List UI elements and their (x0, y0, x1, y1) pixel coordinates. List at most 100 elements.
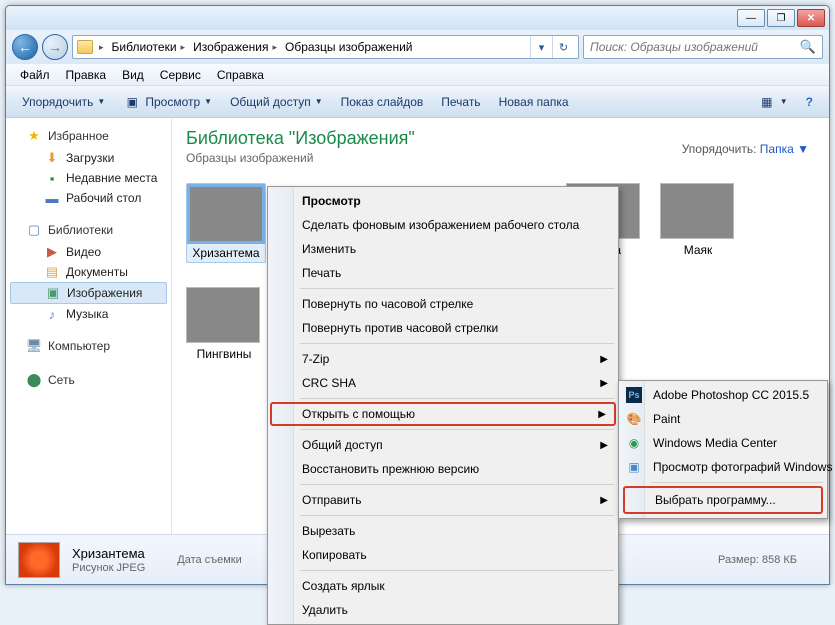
address-dropdown[interactable]: ▾ (530, 36, 552, 58)
downloads-icon: ⬇ (44, 150, 60, 166)
music-icon: ♪ (44, 306, 60, 322)
pictures-icon: ▣ (45, 285, 61, 301)
ctx-7zip[interactable]: 7-Zip▶ (270, 347, 616, 371)
ctx-shortcut[interactable]: Создать ярлык (270, 574, 616, 598)
thumbnail-image (186, 287, 260, 343)
thumbnail-label: Хризантема (189, 246, 263, 260)
breadcrumb-item[interactable]: ▸ (93, 36, 108, 58)
titlebar: — ❐ ✕ (6, 6, 829, 30)
address-bar[interactable]: ▸ Библиотеки▸ Изображения▸ Образцы изобр… (72, 35, 579, 59)
ctx-set-background[interactable]: Сделать фоновым изображением рабочего ст… (270, 213, 616, 237)
recent-icon: ▪ (44, 170, 60, 186)
sidebar-item-desktop[interactable]: ▬Рабочий стол (6, 188, 171, 208)
submenu-paint[interactable]: 🎨Paint (621, 407, 825, 431)
ctx-rotate-cw[interactable]: Повернуть по часовой стрелке (270, 292, 616, 316)
folder-icon (77, 40, 93, 54)
ctx-print[interactable]: Печать (270, 261, 616, 285)
sidebar-network[interactable]: ⬤Сеть (6, 370, 171, 392)
context-menu: Просмотр Сделать фоновым изображением ра… (267, 186, 619, 625)
details-date-label: Дата съемки (177, 554, 241, 566)
sidebar-computer[interactable]: 🖥Компьютер (6, 336, 171, 358)
open-with-submenu: PsAdobe Photoshop CC 2015.5 🎨Paint ◉Wind… (618, 380, 828, 519)
sidebar-item-recent[interactable]: ▪Недавние места (6, 168, 171, 188)
document-icon: ▤ (44, 264, 60, 280)
network-icon: ⬤ (26, 372, 42, 388)
preview-icon: ▣ (123, 93, 141, 111)
thumbnail-image (660, 183, 734, 239)
share-button[interactable]: Общий доступ▼ (222, 92, 331, 112)
toolbar: Упорядочить▼ ▣Просмотр▼ Общий доступ▼ По… (6, 86, 829, 118)
thumbnails-icon: ▦ (758, 93, 776, 111)
thumbnail-label: Маяк (660, 243, 736, 257)
submenu-photo-viewer[interactable]: ▣Просмотр фотографий Windows (621, 455, 825, 479)
thumbnail-item[interactable]: Маяк (660, 183, 736, 263)
menu-view[interactable]: Вид (114, 66, 152, 84)
ctx-copy[interactable]: Копировать (270, 543, 616, 567)
forward-button[interactable]: → (42, 34, 68, 60)
sidebar-libraries[interactable]: ▢Библиотеки (6, 220, 171, 242)
ctx-restore[interactable]: Восстановить прежнюю версию (270, 457, 616, 481)
ctx-send-to[interactable]: Отправить▶ (270, 488, 616, 512)
thumbnail-label: Пингвины (186, 347, 262, 361)
sidebar-favorites[interactable]: ★Избранное (6, 126, 171, 148)
menu-tools[interactable]: Сервис (152, 66, 209, 84)
details-type: Рисунок JPEG (72, 562, 145, 574)
sidebar-item-videos[interactable]: ▶Видео (6, 242, 171, 262)
desktop-icon: ▬ (44, 190, 60, 206)
sidebar-item-music[interactable]: ♪Музыка (6, 304, 171, 324)
view-button[interactable]: ▣Просмотр▼ (115, 90, 220, 114)
breadcrumb-item[interactable]: Образцы изображений (281, 36, 416, 58)
refresh-button[interactable]: ↻ (552, 36, 574, 58)
ctx-share[interactable]: Общий доступ▶ (270, 433, 616, 457)
search-box[interactable]: 🔍 (583, 35, 823, 59)
close-button[interactable]: ✕ (797, 9, 825, 27)
ctx-cut[interactable]: Вырезать (270, 519, 616, 543)
menu-file[interactable]: Файл (12, 66, 58, 84)
ctx-open[interactable]: Просмотр (270, 189, 616, 213)
help-button[interactable]: ? (798, 92, 821, 112)
ctx-crc[interactable]: CRC SHA▶ (270, 371, 616, 395)
details-name: Хризантема (72, 546, 145, 561)
wmc-icon: ◉ (626, 435, 642, 451)
menubar: Файл Правка Вид Сервис Справка (6, 64, 829, 86)
photoshop-icon: Ps (626, 387, 642, 403)
address-row: ← → ▸ Библиотеки▸ Изображения▸ Образцы и… (6, 30, 829, 64)
newfolder-button[interactable]: Новая папка (491, 92, 577, 112)
sort-control[interactable]: Упорядочить: Папка ▼ (682, 142, 809, 156)
viewer-icon: ▣ (626, 459, 642, 475)
breadcrumb-item[interactable]: Изображения▸ (189, 36, 281, 58)
maximize-button[interactable]: ❐ (767, 9, 795, 27)
thumbnail-image (189, 186, 263, 242)
sidebar: ★Избранное ⬇Загрузки ▪Недавние места ▬Ра… (6, 118, 172, 534)
breadcrumb-item[interactable]: Библиотеки▸ (108, 36, 190, 58)
menu-edit[interactable]: Правка (58, 66, 115, 84)
organize-button[interactable]: Упорядочить▼ (14, 92, 113, 112)
sidebar-item-documents[interactable]: ▤Документы (6, 262, 171, 282)
star-icon: ★ (26, 128, 42, 144)
details-size: Размер: 858 КБ (718, 554, 797, 566)
ctx-rotate-ccw[interactable]: Повернуть против часовой стрелки (270, 316, 616, 340)
search-icon: 🔍 (800, 39, 816, 55)
view-mode-button[interactable]: ▦▼ (750, 90, 796, 114)
ctx-delete[interactable]: Удалить (270, 598, 616, 622)
computer-icon: 🖥 (26, 338, 42, 354)
details-thumbnail (18, 542, 60, 578)
thumbnail-item[interactable]: Пингвины (186, 287, 262, 361)
print-button[interactable]: Печать (433, 92, 488, 112)
thumbnail-item[interactable]: Хризантема (186, 183, 266, 263)
slideshow-button[interactable]: Показ слайдов (333, 92, 432, 112)
back-button[interactable]: ← (12, 34, 38, 60)
sidebar-item-pictures[interactable]: ▣Изображения (10, 282, 167, 304)
ctx-edit[interactable]: Изменить (270, 237, 616, 261)
video-icon: ▶ (44, 244, 60, 260)
search-input[interactable] (590, 40, 794, 54)
menu-help[interactable]: Справка (209, 66, 272, 84)
submenu-photoshop[interactable]: PsAdobe Photoshop CC 2015.5 (621, 383, 825, 407)
ctx-open-with[interactable]: Открыть с помощью▶ (270, 402, 616, 426)
paint-icon: 🎨 (626, 411, 642, 427)
sidebar-item-downloads[interactable]: ⬇Загрузки (6, 148, 171, 168)
submenu-choose-program[interactable]: Выбрать программу... (625, 488, 821, 512)
minimize-button[interactable]: — (737, 9, 765, 27)
library-icon: ▢ (26, 222, 42, 238)
submenu-wmc[interactable]: ◉Windows Media Center (621, 431, 825, 455)
